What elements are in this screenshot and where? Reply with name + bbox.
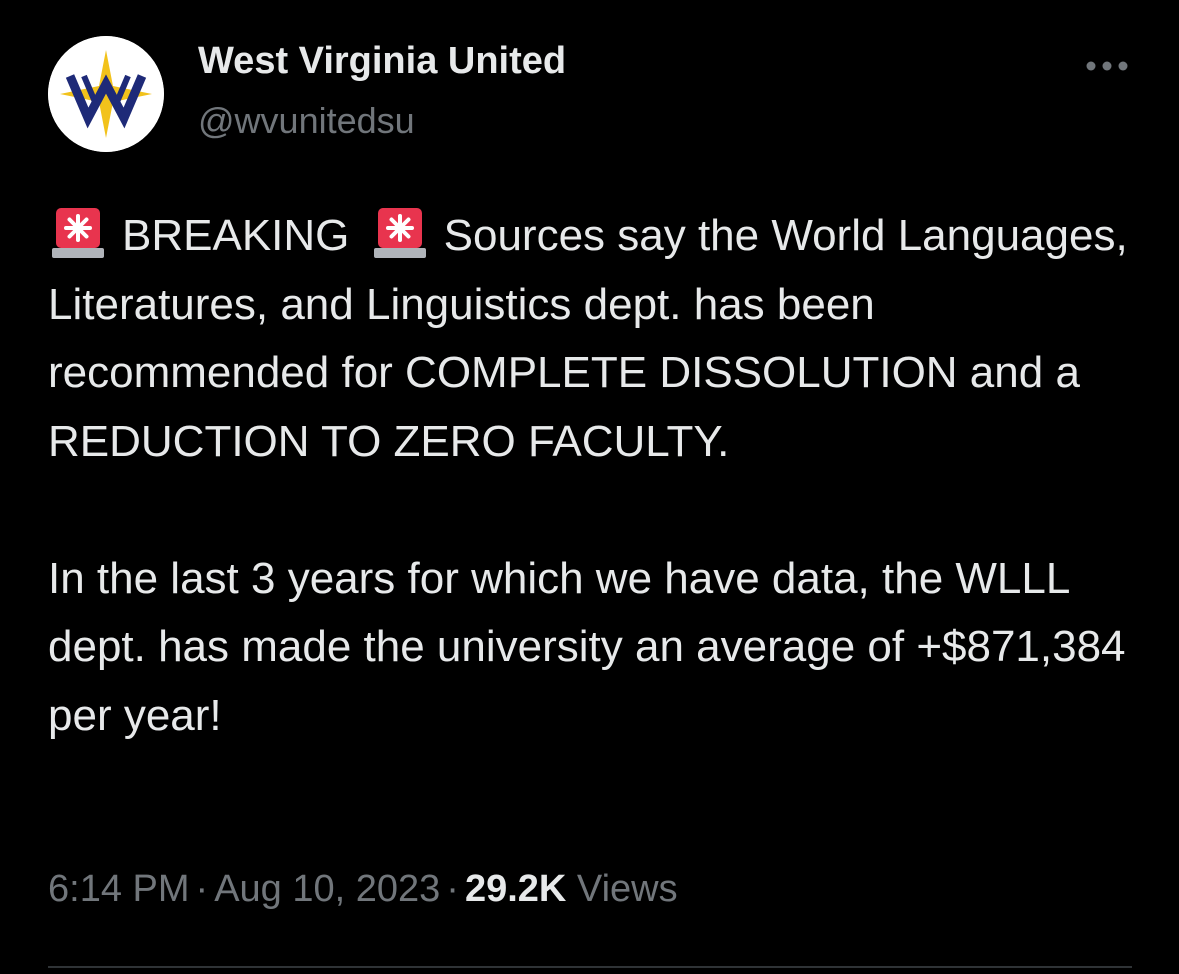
handle[interactable]: @wvunitedsu bbox=[198, 100, 415, 142]
meta-separator: · bbox=[195, 868, 209, 910]
tweet-paragraph-2: In the last 3 years for which we have da… bbox=[48, 553, 1126, 740]
more-horizontal-icon bbox=[1086, 61, 1128, 71]
avatar[interactable] bbox=[48, 36, 164, 152]
tweet-text-breaking: BREAKING bbox=[122, 211, 350, 260]
views-count[interactable]: 29.2K bbox=[465, 868, 566, 910]
tweet-meta: 6:14 PM · Aug 10, 2023 · 29.2K Views bbox=[48, 868, 678, 911]
tweet-text-sources: Sources say the World bbox=[443, 211, 886, 260]
police-car-light-icon bbox=[370, 202, 430, 262]
display-name[interactable]: West Virginia United bbox=[198, 40, 566, 83]
police-car-light-icon bbox=[48, 202, 108, 262]
divider bbox=[48, 966, 1132, 968]
tweet-date[interactable]: Aug 10, 2023 bbox=[214, 868, 440, 910]
views-label: Views bbox=[576, 868, 678, 910]
wv-united-logo-icon bbox=[48, 36, 164, 152]
tweet-text: BREAKING Sources say the World Languages… bbox=[48, 202, 1138, 750]
tweet-paragraph-1: BREAKING Sources say the World Languages… bbox=[48, 202, 1138, 476]
tweet-time[interactable]: 6:14 PM bbox=[48, 868, 190, 910]
tweet-card: West Virginia United @wvunitedsu BREAKIN… bbox=[0, 0, 1179, 974]
meta-separator: · bbox=[446, 868, 459, 910]
more-options-button[interactable] bbox=[1078, 50, 1136, 82]
